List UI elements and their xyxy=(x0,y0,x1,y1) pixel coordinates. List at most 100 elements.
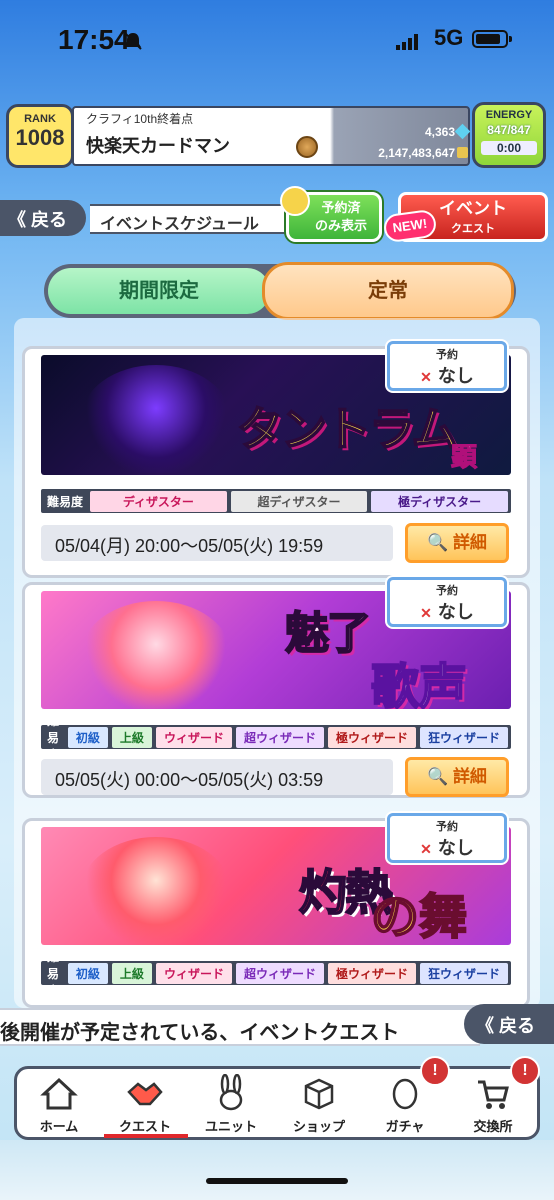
tab-label: クエスト xyxy=(118,1119,171,1134)
home-icon xyxy=(40,1077,78,1110)
reservation-value: なし xyxy=(437,602,474,622)
banner-subtitle: 歌声 xyxy=(370,658,468,709)
bell-icon xyxy=(280,186,310,216)
bottom-background xyxy=(0,1140,554,1200)
handshake-icon xyxy=(127,1082,163,1106)
alert-badge-gacha: ! xyxy=(420,1056,450,1086)
difficulty-chip: 初級 xyxy=(67,726,108,748)
detail-button[interactable]: 🔍 詳細 xyxy=(405,757,509,797)
event-period: 05/05(火) 00:00～05/05(火) 03:59 xyxy=(41,759,393,795)
difficulty-chip: 極ウィザード xyxy=(327,962,416,984)
egg-icon xyxy=(392,1078,418,1110)
mute-bell-icon xyxy=(124,32,142,50)
gold-count: 2,147,483,647 xyxy=(340,146,468,160)
player-subtitle: クラフィ10th終着点 xyxy=(86,112,194,126)
rank-value: 1008 xyxy=(15,125,65,150)
character-art xyxy=(81,365,231,473)
tab-label: 交換所 xyxy=(473,1119,513,1134)
alarm-off-icon: ✕ xyxy=(420,369,432,385)
cart-icon xyxy=(478,1080,509,1109)
difficulty-row: 難易度 ディザスター 超ディザスター 極ディザスター xyxy=(41,489,511,513)
reservation-header: 予約 xyxy=(436,349,458,361)
tab-label: ホーム xyxy=(39,1119,79,1134)
tab-label: ガチャ xyxy=(385,1119,425,1134)
difficulty-chip: ウィザード xyxy=(155,726,232,748)
reservation-box[interactable]: 予約 ✕ なし xyxy=(387,341,507,391)
signal-icon xyxy=(396,34,418,50)
back-label: 戻る xyxy=(31,210,68,230)
rabbit-icon xyxy=(219,1074,243,1111)
reservation-header: 予約 xyxy=(436,585,458,597)
difficulty-chip: 狂ウィザード xyxy=(419,962,508,984)
reservation-box[interactable]: 予約 ✕ なし xyxy=(387,577,507,627)
difficulty-chip: 極ディザスター xyxy=(371,490,508,512)
player-name: 快楽天カードマン xyxy=(86,136,230,156)
network-type: 5G xyxy=(434,25,464,50)
alarm-off-icon: ✕ xyxy=(420,841,432,857)
reservation-box[interactable]: 予約 ✕ なし xyxy=(387,813,507,863)
difficulty-label: 難易度 xyxy=(47,713,60,762)
reservation-value: なし xyxy=(437,366,474,386)
difficulty-chip: ウィザード xyxy=(155,962,232,984)
event-period: 05/04(月) 20:00～05/05(火) 19:59 xyxy=(41,525,393,561)
coin-icon xyxy=(457,147,468,158)
reserved-label-1: 予約済 xyxy=(321,200,361,215)
difficulty-label: 難易度 xyxy=(47,949,60,998)
back-label: 戻る xyxy=(499,1016,536,1036)
home-indicator xyxy=(206,1178,348,1184)
alert-badge-exchange: ! xyxy=(510,1056,540,1086)
difficulty-label: 難易度 xyxy=(47,494,84,509)
reserved-label-2: のみ表示 xyxy=(314,218,367,233)
event-card[interactable]: 灼熱 の舞姫 予約 ✕なし 難易度 初級 上級 ウィザード 超ウィザード 極ウィ… xyxy=(22,813,530,1008)
difficulty-chip: 超ウィザード xyxy=(235,726,324,748)
gem-value: 4,363 xyxy=(424,125,455,139)
alarm-off-icon: ✕ xyxy=(420,605,432,621)
difficulty-chip: 初級 xyxy=(67,962,108,984)
rank-badge: RANK 1008 xyxy=(6,104,74,168)
event-quest-label: イベント xyxy=(439,199,507,218)
tab-quest[interactable]: クエスト xyxy=(102,1068,188,1138)
reservation-value: なし xyxy=(437,838,474,858)
energy-value: 847/847 xyxy=(487,123,531,137)
gold-value: 2,147,483,647 xyxy=(378,146,455,160)
tab-label: ショップ xyxy=(292,1119,345,1134)
difficulty-chip: 超ウィザード xyxy=(235,962,324,984)
gem-count: 4,363 xyxy=(352,123,471,140)
difficulty-chip: 上級 xyxy=(111,726,152,748)
status-time: 17:54 xyxy=(58,24,130,55)
detail-label: 詳細 xyxy=(452,767,487,786)
difficulty-row: 難易度 初級 上級 ウィザード 超ウィザード 極ウィザード 狂ウィザード xyxy=(41,950,511,998)
detail-button[interactable]: 🔍 詳細 xyxy=(405,523,509,563)
tab-limited[interactable]: 期間限定 xyxy=(48,268,270,314)
banner-title: タントラム xyxy=(236,401,459,457)
rank-label: RANK xyxy=(24,113,56,125)
energy-timer: 0:00 xyxy=(481,141,537,155)
info-ticker: 後開催が予定されている、イベントクエスト xyxy=(0,1008,480,1046)
banner-subtitle: の舞姫 xyxy=(370,888,468,945)
tab-home[interactable]: ホーム xyxy=(16,1068,102,1138)
medal-icon xyxy=(296,136,318,158)
box-icon xyxy=(304,1078,334,1110)
character-art xyxy=(81,837,231,945)
battery-icon xyxy=(472,30,512,48)
banner-subtitle: 顕現! xyxy=(451,443,478,474)
difficulty-chip: 狂ウィザード xyxy=(419,726,508,748)
gem-icon xyxy=(454,123,471,140)
tab-unit[interactable]: ユニット xyxy=(188,1068,274,1138)
energy-badge[interactable]: ENERGY 847/847 0:00 xyxy=(472,102,546,168)
event-card[interactable]: 魅了 歌声 予約 ✕ なし 難易度 初級 上級 ウィザード 超ウィザード 極ウィザ… xyxy=(22,577,530,798)
difficulty-chip: 超ディザスター xyxy=(230,490,368,512)
reservation-header: 予約 xyxy=(436,821,458,833)
tab-shop[interactable]: ショップ xyxy=(276,1068,362,1138)
difficulty-row: 難易度 初級 上級 ウィザード 超ウィザード 極ウィザード 狂ウィザード xyxy=(41,714,511,762)
active-tab-indicator xyxy=(104,1134,188,1138)
banner-title: 魅了 xyxy=(284,607,372,660)
page-title: イベントスケジュール xyxy=(90,204,290,234)
tab-regular[interactable]: 定常 xyxy=(262,262,514,320)
back-button-bottom[interactable]: 《 戻る xyxy=(464,1004,554,1044)
event-card[interactable]: タントラム 顕現! 予約 ✕ なし 難易度 ディザスター 超ディザスター 極ディザ… xyxy=(22,341,530,578)
difficulty-chip: 極ウィザード xyxy=(327,726,416,748)
character-art xyxy=(81,601,231,709)
back-button[interactable]: 《 戻る xyxy=(0,200,86,236)
detail-label: 詳細 xyxy=(452,533,487,552)
